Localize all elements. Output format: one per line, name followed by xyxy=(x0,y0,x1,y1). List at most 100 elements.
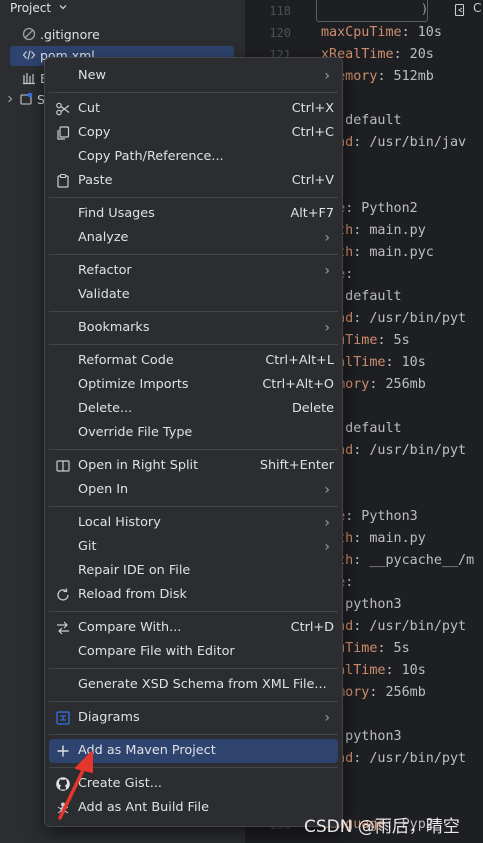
shortcut-label: Ctrl+C xyxy=(291,125,334,140)
plus-icon xyxy=(57,745,69,757)
menu-item-create-gist[interactable]: Create Gist... xyxy=(49,772,338,796)
menu-item-delete[interactable]: Delete... Delete xyxy=(49,397,338,421)
yaml-value: : main.py xyxy=(353,531,426,546)
chevron-right-icon: › xyxy=(324,320,330,336)
reload-icon xyxy=(57,588,69,601)
yaml-value: : 5s xyxy=(377,333,410,348)
menu-item-validate[interactable]: Validate xyxy=(49,283,338,307)
menu-item-copy[interactable]: Copy Ctrl+C xyxy=(49,121,338,145)
menu-item-label: Validate xyxy=(78,287,130,302)
menu-item-label: Compare With... xyxy=(78,620,182,635)
menu-item-label: Copy xyxy=(78,125,111,140)
menu-item-local-history[interactable]: Local History › xyxy=(49,511,338,535)
menu-item-reformat-code[interactable]: Reformat Code Ctrl+Alt+L xyxy=(49,349,338,373)
menu-item-label: Generate XSD Schema from XML File... xyxy=(78,677,327,692)
menu-separator xyxy=(49,311,338,312)
menu-item-compare-with[interactable]: Compare With... Ctrl+D xyxy=(49,616,338,640)
menu-item-open-in[interactable]: Open In › xyxy=(49,478,338,502)
yaml-value: : /usr/bin/pyt xyxy=(353,311,467,326)
menu-item-new[interactable]: New › xyxy=(49,64,338,88)
yaml-value: : __pycache__/m xyxy=(353,553,475,568)
project-header[interactable]: Project xyxy=(10,0,68,17)
context-menu: New › Cut Ctrl+X Copy Ctrl+C Copy Path/R… xyxy=(44,57,343,827)
menu-item-label: New xyxy=(78,68,106,83)
yaml-value: : xyxy=(345,575,354,590)
yaml-value: : 512mb xyxy=(377,69,434,84)
menu-item-generate-xsd[interactable]: Generate XSD Schema from XML File... xyxy=(49,673,338,697)
shortcut-label: Shift+Enter xyxy=(259,458,334,473)
menu-item-repair-ide[interactable]: Repair IDE on File xyxy=(49,559,338,583)
menu-item-label: Delete... xyxy=(78,401,133,416)
menu-item-add-as-ant-build-file[interactable]: Add as Ant Build File xyxy=(49,796,338,820)
shortcut-label: Ctrl+X xyxy=(291,101,334,116)
chevron-right-icon: › xyxy=(324,710,330,726)
yaml-value: : /usr/bin/jav xyxy=(353,135,467,150)
chevron-right-icon xyxy=(8,95,13,103)
menu-separator xyxy=(49,506,338,507)
file-icon xyxy=(454,3,465,17)
menu-item-label: Compare File with Editor xyxy=(78,644,235,659)
scissors-icon xyxy=(56,102,70,116)
menu-item-label: Reload from Disk xyxy=(78,587,187,602)
menu-separator xyxy=(49,344,338,345)
yaml-value: : 10s xyxy=(385,663,426,678)
code-line: path: __pycache__/m xyxy=(321,550,474,572)
menu-item-git[interactable]: Git › xyxy=(49,535,338,559)
menu-item-label: Create Gist... xyxy=(78,776,162,791)
yaml-value: : 10s xyxy=(385,355,426,370)
yaml-value: : /usr/bin/pyt xyxy=(353,443,467,458)
menu-item-add-as-maven-project[interactable]: Add as Maven Project xyxy=(49,739,338,763)
menu-separator xyxy=(49,449,338,450)
tree-item-gitignore[interactable]: .gitignore xyxy=(22,25,100,45)
menu-item-find-usages[interactable]: Find Usages Alt+F7 xyxy=(49,202,338,226)
shortcut-label: Ctrl+Alt+O xyxy=(262,377,334,392)
yaml-value: : 10s xyxy=(401,25,442,40)
yaml-value: : /usr/bin/pyt xyxy=(353,619,467,634)
yaml-value: : 5s xyxy=(377,641,410,656)
menu-separator xyxy=(49,611,338,612)
menu-item-override-file-type[interactable]: Override File Type xyxy=(49,421,338,445)
menu-item-copy-path[interactable]: Copy Path/Reference... xyxy=(49,145,338,169)
sticky-line-box xyxy=(316,0,428,22)
tree-item-scratches[interactable]: S xyxy=(5,90,45,110)
chevron-right-icon: › xyxy=(324,263,330,279)
yaml-value: : Python3 xyxy=(345,509,418,524)
diagram-icon xyxy=(56,711,70,725)
menu-item-bookmarks[interactable]: Bookmarks › xyxy=(49,316,338,340)
menu-item-open-right-split[interactable]: Open in Right Split Shift+Enter xyxy=(49,454,338,478)
shortcut-label: Ctrl+Alt+L xyxy=(265,353,334,368)
line-number: 118 xyxy=(269,4,291,18)
copy-icon xyxy=(57,126,70,140)
menu-item-label: Override File Type xyxy=(78,425,193,440)
menu-item-label: Analyze xyxy=(78,230,129,245)
menu-item-label: Optimize Imports xyxy=(78,377,189,392)
menu-item-optimize-imports[interactable]: Optimize Imports Ctrl+Alt+O xyxy=(49,373,338,397)
menu-item-refactor[interactable]: Refactor › xyxy=(49,259,338,283)
paste-icon xyxy=(57,173,69,188)
tab-label[interactable]: C xyxy=(473,1,481,15)
shortcut-label: Delete xyxy=(291,401,334,416)
menu-item-label: Paste xyxy=(78,173,113,188)
menu-item-label: Refactor xyxy=(78,263,132,278)
menu-item-cut[interactable]: Cut Ctrl+X xyxy=(49,97,338,121)
menu-item-label: Add as Ant Build File xyxy=(78,800,209,815)
xml-file-icon xyxy=(22,50,36,60)
menu-item-diagrams[interactable]: Diagrams › xyxy=(49,706,338,730)
menu-item-label: Open In xyxy=(78,482,129,497)
yaml-value: : 20s xyxy=(393,47,434,62)
menu-item-label: Open in Right Split xyxy=(78,458,199,473)
yaml-value: : 256mb xyxy=(369,377,426,392)
menu-item-paste[interactable]: Paste Ctrl+V xyxy=(49,169,338,193)
menu-item-compare-file-with-editor[interactable]: Compare File with Editor xyxy=(49,640,338,664)
github-icon xyxy=(56,777,70,791)
menu-item-analyze[interactable]: Analyze › xyxy=(49,226,338,250)
yaml-value: : /usr/bin/pyt xyxy=(353,751,467,766)
menu-separator xyxy=(49,668,338,669)
yaml-value: : Python2 xyxy=(345,201,418,216)
yaml-value: : 256mb xyxy=(369,685,426,700)
menu-item-reload-from-disk[interactable]: Reload from Disk xyxy=(49,583,338,607)
menu-separator xyxy=(49,767,338,768)
watermark: CSDN @雨后，晴空 xyxy=(304,817,460,837)
line-number: 120 xyxy=(269,26,291,40)
yaml-value: : main.pyc xyxy=(353,245,434,260)
